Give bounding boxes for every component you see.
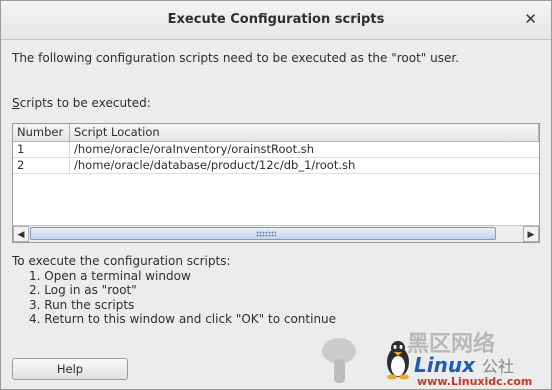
help-button[interactable]: Help	[12, 358, 128, 380]
watermark-brand-text: Linux	[414, 353, 476, 377]
scripts-label: Scripts to be executed:	[12, 96, 151, 110]
row-location-cell: /home/oracle/oraInventory/orainstRoot.sh	[74, 142, 315, 156]
dialog-title: Execute Configuration scripts	[167, 12, 385, 27]
scroll-right-button[interactable]: ▶	[523, 226, 539, 242]
watermark-url: www.Linuxidc.com	[417, 375, 532, 388]
instruction-step: 4. Return to this window and click "OK" …	[29, 312, 337, 326]
row-number-cell: 2	[13, 158, 70, 173]
scrollbar-thumb[interactable]	[30, 227, 496, 240]
scripts-label-mnemonic: S	[12, 96, 20, 110]
row-number-cell: 1	[13, 142, 70, 157]
tux-watermark-icon	[322, 338, 409, 383]
table-row[interactable]: 1 /home/oracle/oraInventory/orainstRoot.…	[13, 142, 539, 158]
horizontal-scrollbar[interactable]: ◀ ▶	[13, 225, 539, 242]
intro-text: The following configuration scripts need…	[12, 51, 460, 65]
instruction-step: 3. Run the scripts	[29, 297, 135, 312]
title-bar: Execute Configuration scripts ✕	[1, 1, 551, 40]
instruction-step: 1. Open a terminal window	[29, 268, 191, 283]
scripts-label-text: cripts to be executed:	[19, 96, 151, 110]
instruction-step: 2. Log in as "root"	[29, 283, 137, 297]
watermark-brand-suffix: 公社	[482, 357, 514, 376]
watermark-logo: 黑区网络 Linux 公社 www.Linuxidc.com	[322, 331, 532, 388]
row-location-cell: /home/oracle/database/product/12c/db_1/r…	[74, 158, 356, 172]
instructions-list: 1. Open a terminal window 2. Log in as "…	[12, 269, 336, 327]
table-header: Number Script Location	[13, 124, 539, 142]
scroll-left-button[interactable]: ◀	[13, 226, 29, 242]
instructions-heading: To execute the configuration scripts:	[12, 254, 231, 268]
instructions: To execute the configuration scripts: 1.…	[12, 254, 336, 327]
table-row[interactable]: 2 /home/oracle/database/product/12c/db_1…	[13, 158, 539, 174]
scrollbar-grip-icon	[256, 231, 276, 237]
column-header-number[interactable]: Number	[13, 124, 70, 141]
dialog-window: Execute Configuration scripts ✕ The foll…	[0, 0, 552, 390]
scripts-table: Number Script Location 1 /home/oracle/or…	[12, 123, 540, 243]
close-icon[interactable]: ✕	[524, 10, 537, 28]
column-header-script-location[interactable]: Script Location	[70, 124, 539, 141]
